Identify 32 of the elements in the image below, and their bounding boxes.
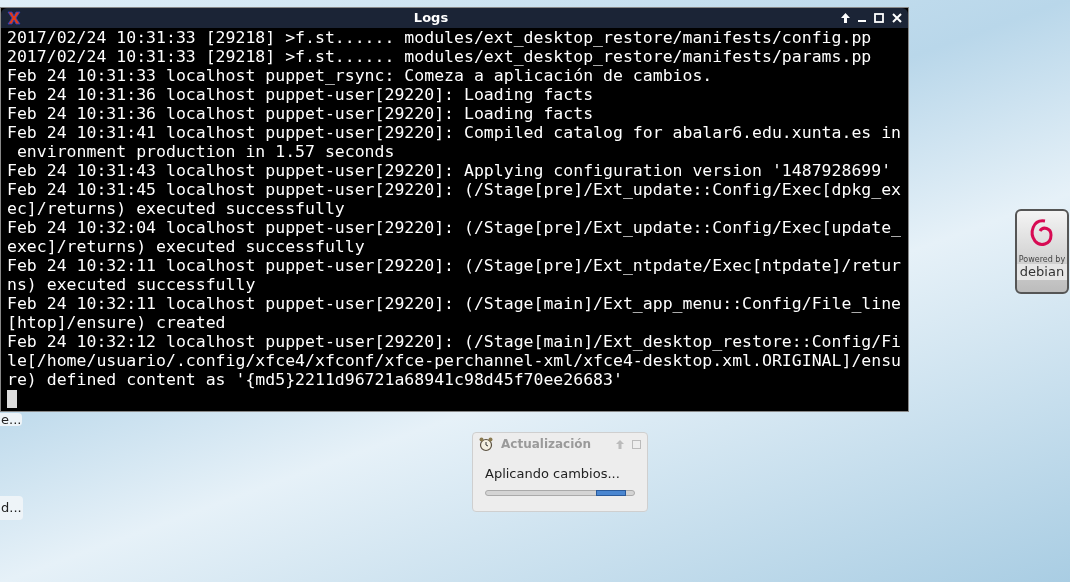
activity-pulse bbox=[596, 489, 626, 496]
log-line: exec]/returns) executed successfully bbox=[7, 237, 365, 256]
log-line: [htop]/ensure) created bbox=[7, 313, 226, 332]
dialog-title: Actualización bbox=[501, 436, 593, 453]
window-title: Logs bbox=[412, 9, 450, 28]
x-logo-icon bbox=[7, 11, 21, 25]
close-icon[interactable] bbox=[892, 13, 902, 23]
log-line: Feb 24 10:31:36 localhost puppet-user[29220]: Loading facts bbox=[7, 104, 594, 123]
alarm-clock-icon bbox=[479, 436, 493, 452]
log-line: le[/home/usuario/.config/xfce4/xfconf/xfce-perchannel-xml/xfce4-desktop.xml.ORIGINAL]/ensu bbox=[7, 351, 902, 370]
log-line: Feb 24 10:31:33 localhost puppet_rsync: Comeza a aplicación de cambios. bbox=[7, 66, 713, 85]
arrow-up-icon[interactable] bbox=[841, 13, 850, 23]
log-line: Feb 24 10:32:11 localhost puppet-user[29220]: (/Stage[pre]/Ext_ntpdate/Exec[ntpdate]/retur bbox=[7, 256, 902, 275]
desktop-icon-label[interactable]: e... bbox=[0, 413, 23, 426]
log-line: re) defined content as '{md5}2211d96721a68941c98d45f70ee26683' bbox=[7, 370, 623, 389]
log-line: 2017/02/24 10:31:33 [29218] >f.st...... modules/ext_desktop_restore/manifests/params.pp bbox=[7, 47, 872, 66]
log-line: ns) executed successfully bbox=[7, 275, 256, 294]
log-line: Feb 24 10:31:45 localhost puppet-user[29220]: (/Stage[pre]/Ext_update::Config/Exec[dpkg_ex bbox=[7, 180, 902, 199]
badge-wordmark: debian bbox=[1017, 264, 1067, 280]
log-line: environment production in 1.57 seconds bbox=[15, 142, 395, 161]
status-message: Aplicando cambios... bbox=[484, 465, 621, 483]
log-line: Feb 24 10:32:11 localhost puppet-user[29220]: (/Stage[main]/Ext_app_menu::Config/File_line bbox=[7, 294, 902, 313]
log-line: ec]/returns) executed successfully bbox=[7, 199, 345, 218]
log-line: Feb 24 10:31:36 localhost puppet-user[29220]: Loading facts bbox=[7, 85, 594, 104]
log-line: Feb 24 10:31:41 localhost puppet-user[29220]: Compiled catalog for abalar6.edu.xunta.es in bbox=[7, 123, 902, 142]
desktop-icon-label[interactable]: d... bbox=[0, 496, 23, 520]
log-line: Feb 24 10:31:43 localhost puppet-user[29220]: Applying configuration version '1487928699' bbox=[7, 161, 892, 180]
badge-caption: Powered by bbox=[1018, 255, 1066, 264]
log-line: 2017/02/24 10:31:33 [29218] >f.st...... modules/ext_desktop_restore/manifests/config.pp bbox=[7, 28, 872, 47]
log-line: Feb 24 10:32:12 localhost puppet-user[29220]: (/Stage[main]/Ext_desktop_restore::Config/Fi bbox=[7, 332, 902, 351]
log-line: Feb 24 10:32:04 localhost puppet-user[29220]: (/Stage[pre]/Ext_update::Config/Exec[update_ bbox=[7, 218, 902, 237]
cursor bbox=[7, 390, 17, 408]
